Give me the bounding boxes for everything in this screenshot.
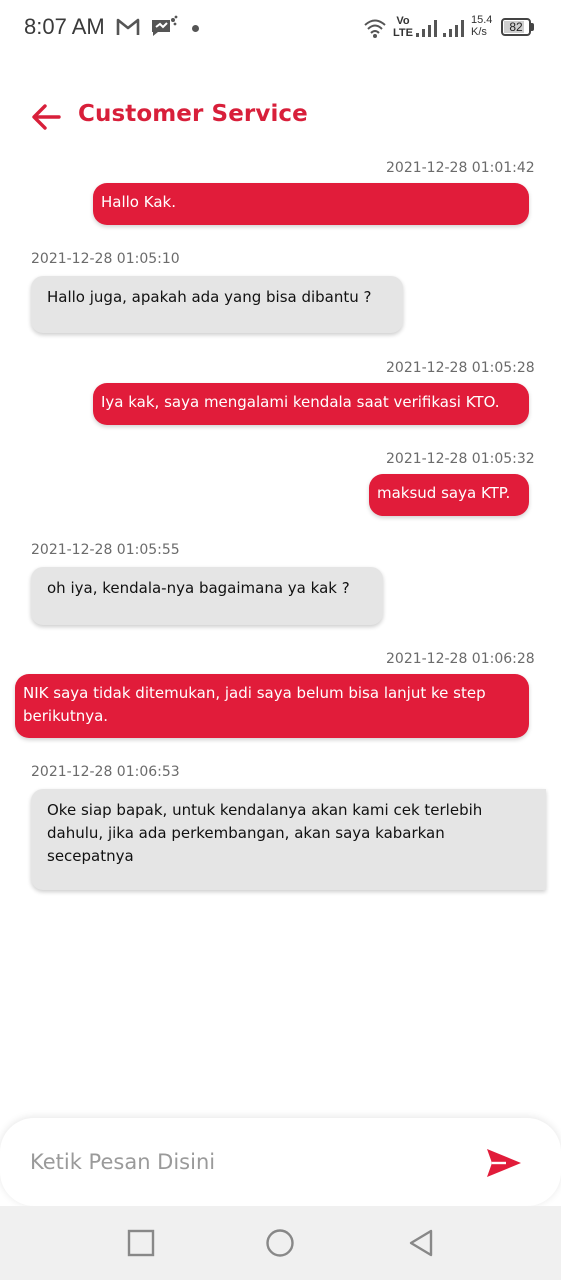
chat-screen: 8:07 AM Vo LTE 15.4 K/s 82 Customer Serv… — [0, 0, 561, 1280]
system-nav-bar — [0, 1206, 561, 1280]
status-bar: 8:07 AM Vo LTE 15.4 K/s 82 — [0, 0, 561, 58]
home-icon[interactable] — [265, 1228, 295, 1258]
net-speed-value: 15.4 — [471, 14, 493, 26]
message-bubble-outgoing: Iya kak, saya mengalami kendala saat ver… — [93, 383, 529, 425]
net-speed-unit: K/s — [471, 26, 487, 38]
message-timestamp: 2021-12-28 01:05:28 — [386, 360, 535, 376]
battery-icon: 82 — [501, 18, 531, 36]
notification-dot-icon — [192, 25, 199, 32]
message-timestamp: 2021-12-28 01:06:53 — [31, 764, 180, 780]
message-timestamp: 2021-12-28 01:05:55 — [31, 542, 180, 558]
back-icon[interactable] — [406, 1228, 436, 1258]
message-timestamp: 2021-12-28 01:06:28 — [386, 651, 535, 667]
battery-tip-icon — [531, 23, 534, 31]
message-bubble-incoming: Hallo juga, apakah ada yang bisa dibantu… — [31, 276, 403, 333]
app-header: Customer Service — [0, 88, 561, 148]
message-bubble-outgoing: Hallo Kak. — [93, 183, 529, 225]
net-speed-indicator: 15.4 K/s — [471, 14, 492, 38]
signal-icon — [416, 16, 466, 42]
message-bubble-outgoing: NIK saya tidak ditemukan, jadi saya belu… — [15, 674, 529, 738]
message-bubble-incoming: oh iya, kendala-nya bagaimana ya kak ? — [31, 567, 383, 625]
message-timestamp: 2021-12-28 01:05:10 — [31, 251, 180, 267]
message-icon — [150, 15, 178, 43]
message-composer — [0, 1118, 561, 1206]
volte-bottom-label: LTE — [393, 27, 413, 39]
message-bubble-incoming: Oke siap bapak, untuk kendalanya akan ka… — [31, 789, 546, 890]
volte-icon: Vo LTE — [393, 15, 413, 39]
gmail-icon — [116, 17, 140, 41]
battery-level: 82 — [509, 20, 523, 34]
status-time: 8:07 AM — [24, 14, 105, 39]
back-arrow-icon[interactable] — [30, 100, 64, 134]
message-timestamp: 2021-12-28 01:05:32 — [386, 451, 535, 467]
recent-apps-icon[interactable] — [126, 1228, 156, 1258]
send-icon[interactable] — [484, 1146, 524, 1180]
volte-top-label: Vo — [396, 15, 410, 27]
message-input[interactable] — [30, 1140, 450, 1184]
wifi-icon — [363, 17, 387, 43]
page-title: Customer Service — [78, 101, 308, 127]
message-bubble-outgoing: maksud saya KTP. — [369, 474, 529, 516]
message-timestamp: 2021-12-28 01:01:42 — [386, 160, 535, 176]
